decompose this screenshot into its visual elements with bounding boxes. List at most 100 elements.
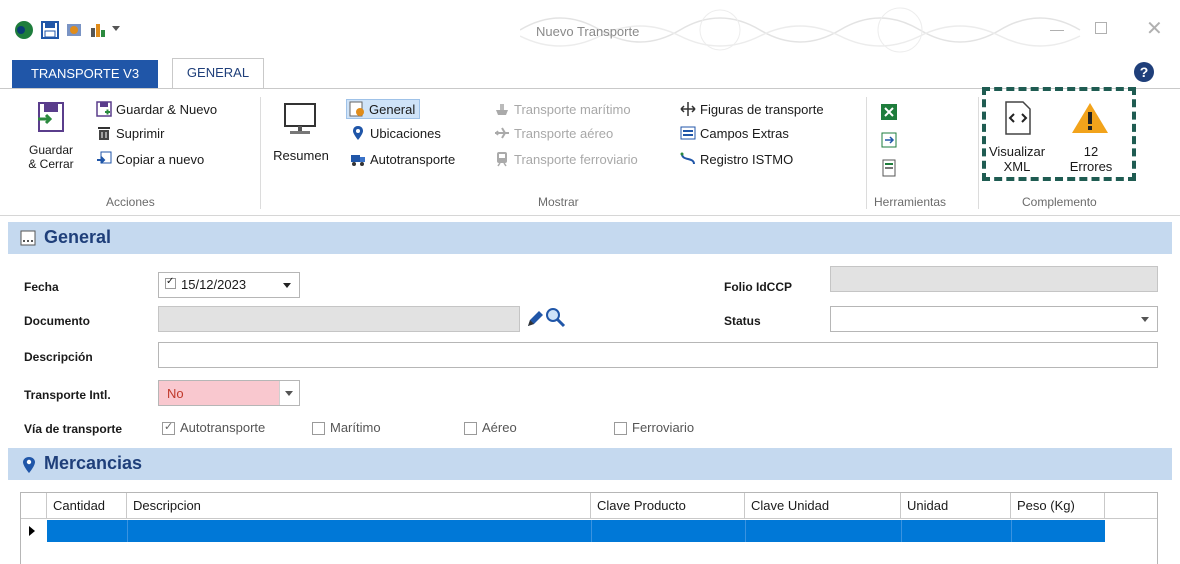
mercancias-grid[interactable]: Cantidad Descripcion Clave Producto Clav… — [20, 492, 1158, 564]
tab-transporte-v3[interactable]: TRANSPORTE V3 — [12, 60, 158, 88]
close-button[interactable]: ✕ — [1146, 16, 1163, 41]
acciones-group-label: Acciones — [106, 195, 155, 209]
autotransporte-checkbox[interactable]: ✓ — [162, 421, 175, 435]
mercancias-section-header: Mercancias — [8, 448, 1172, 480]
column-header-clave-unidad[interactable]: Clave Unidad — [745, 493, 901, 519]
visualizar-label-1: Visualizar — [988, 144, 1046, 159]
transporte-ferroviario-label: Transporte ferroviario — [514, 151, 638, 167]
row-header-column — [21, 493, 47, 519]
warning-icon — [1072, 103, 1108, 133]
registro-istmo-button[interactable]: Registro ISTMO — [680, 151, 793, 167]
descripcion-label: Descripción — [24, 350, 93, 364]
column-header-cantidad[interactable]: Cantidad — [47, 493, 127, 519]
maritimo-checkbox[interactable] — [312, 422, 325, 435]
customize-toolbar-icon[interactable] — [112, 26, 120, 31]
copiar-nuevo-button[interactable]: Copiar a nuevo — [96, 151, 204, 167]
chevron-down-icon[interactable] — [1141, 317, 1149, 322]
complemento-group-label: Complemento — [1022, 195, 1097, 209]
ribbon-divider — [866, 97, 867, 209]
minimize-button[interactable] — [1050, 30, 1064, 31]
chevron-down-icon[interactable] — [283, 283, 291, 288]
current-row-indicator-icon — [29, 526, 35, 536]
suprimir-label: Suprimir — [116, 125, 165, 141]
resumen-button[interactable]: Resumen — [268, 97, 334, 177]
herramientas-group-label: Herramientas — [874, 195, 947, 209]
location-pin-icon — [353, 126, 363, 140]
fecha-enable-checkbox[interactable]: ✓ — [165, 276, 176, 289]
copy-icon — [97, 151, 112, 164]
copiar-nuevo-label: Copiar a nuevo — [116, 151, 205, 167]
autotransporte-button[interactable]: Autotransporte — [350, 151, 455, 167]
suprimir-button[interactable]: Suprimir — [96, 125, 164, 141]
column-header-descripcion[interactable]: Descripcion — [127, 493, 591, 519]
aereo-checkbox[interactable] — [464, 422, 477, 435]
general-button[interactable]: General — [346, 99, 421, 119]
column-header-unidad[interactable]: Unidad — [901, 493, 1011, 519]
documento-label: Documento — [24, 314, 90, 328]
maximize-button[interactable] — [1095, 22, 1107, 34]
ribbon-divider — [978, 97, 979, 209]
guardar-nuevo-button[interactable]: Guardar & Nuevo — [96, 101, 217, 117]
tab-general[interactable]: GENERAL — [172, 58, 264, 88]
status-dropdown[interactable] — [830, 306, 1158, 332]
airplane-icon — [495, 127, 509, 139]
truck-icon — [351, 155, 365, 166]
app-window: Nuevo Transporte ✕ TRANSPORTE V3 GENERAL… — [0, 0, 1180, 564]
fecha-label: Fecha — [24, 280, 59, 294]
descripcion-field[interactable] — [158, 342, 1158, 368]
transporte-maritimo-button[interactable]: Transporte marítimo — [494, 101, 631, 117]
documento-field[interactable] — [158, 306, 520, 332]
campos-extras-button[interactable]: Campos Extras — [680, 125, 789, 141]
table-row[interactable] — [47, 520, 1105, 542]
guardar-cerrar-button[interactable]: Guardar & Cerrar — [24, 97, 78, 171]
maritimo-checkbox-label: Marítimo — [330, 420, 381, 435]
window-title: Nuevo Transporte — [536, 24, 640, 39]
campos-extras-label: Campos Extras — [700, 125, 789, 141]
transporte-aereo-button[interactable]: Transporte aéreo — [494, 125, 613, 141]
form-fields-icon — [680, 126, 696, 140]
errores-count: 12 — [1083, 144, 1099, 159]
general-icon — [349, 101, 364, 117]
trash-icon — [98, 127, 110, 140]
form-icon — [20, 230, 36, 246]
ship-icon — [496, 104, 508, 115]
transporte-intl-label: Transporte Intl. — [24, 388, 111, 402]
errores-label: Errores — [1069, 159, 1113, 174]
help-icon[interactable]: ? — [1134, 62, 1154, 82]
xml-import-icon[interactable] — [880, 131, 898, 149]
general-button-label: General — [369, 101, 416, 117]
edit-pencil-icon[interactable] — [524, 308, 546, 330]
xml-file-icon — [1005, 101, 1031, 135]
location-pin-icon — [23, 457, 35, 473]
visualizar-xml-button[interactable]: Visualizar XML — [988, 99, 1050, 174]
transporte-ferroviario-button[interactable]: Transporte ferroviario — [494, 151, 638, 167]
guardar-cerrar-label-2: & Cerrar — [28, 157, 74, 171]
column-header-peso[interactable]: Peso (Kg) — [1011, 493, 1105, 519]
save-icon[interactable] — [40, 20, 60, 40]
ubicaciones-button[interactable]: Ubicaciones — [350, 125, 441, 141]
monitor-icon — [284, 103, 316, 134]
errores-button[interactable]: 12 Errores — [1062, 99, 1120, 174]
title-bar: Nuevo Transporte ✕ — [0, 0, 1180, 54]
figuras-transporte-button[interactable]: Figuras de transporte — [680, 101, 824, 117]
guardar-cerrar-label-1: Guardar — [28, 143, 74, 157]
tools-icon[interactable] — [64, 20, 84, 40]
dropdown-button[interactable] — [279, 381, 299, 405]
general-section-header: General — [8, 222, 1172, 254]
move-arrows-icon — [680, 102, 696, 116]
reports-icon[interactable] — [88, 20, 108, 40]
fecha-picker[interactable]: ✓ 15/12/2023 — [158, 272, 300, 298]
column-header-clave-producto[interactable]: Clave Producto — [591, 493, 745, 519]
status-label: Status — [724, 314, 761, 328]
ferroviario-checkbox-label: Ferroviario — [632, 420, 695, 435]
document-icon[interactable] — [880, 159, 898, 177]
folio-idccp-field[interactable] — [830, 266, 1158, 292]
search-icon[interactable] — [544, 306, 566, 328]
column-header-filler — [1105, 493, 1157, 519]
ribbon-divider — [260, 97, 261, 209]
ferroviario-checkbox[interactable] — [614, 422, 627, 435]
transporte-intl-dropdown[interactable]: No — [158, 380, 300, 406]
mercancias-section-title: Mercancias — [44, 453, 143, 473]
save-close-icon — [38, 102, 64, 132]
excel-export-icon[interactable] — [880, 103, 898, 121]
